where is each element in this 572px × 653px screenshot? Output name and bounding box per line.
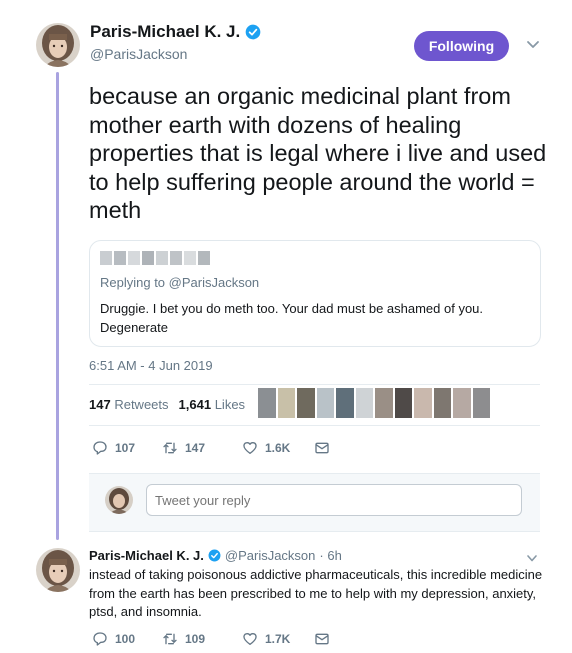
thread-line [56,72,59,540]
reply-tweet-text: instead of taking poisonous addictive ph… [89,567,543,619]
retweet-count: 147 [185,441,206,455]
retweets-count: 147 [89,397,111,412]
like-count: 1.7K [265,632,291,646]
reply-author-name[interactable]: Paris-Michael K. J. [89,548,204,563]
message-action[interactable] [314,440,330,456]
reply-time[interactable]: · 6h [319,548,341,563]
following-button[interactable]: Following [414,31,509,61]
likes-count: 1,641 [178,397,212,412]
retweet-action[interactable]: 147 [162,440,242,456]
reply-icon [93,441,107,455]
tweet-actions: 107 147 1.6K [92,440,330,456]
envelope-icon [315,442,329,454]
divider [89,425,540,426]
reply-action[interactable]: 100 [92,631,162,647]
retweet-icon [163,633,177,645]
retweet-count: 109 [185,632,206,646]
heart-icon [243,442,257,454]
reply-tweet-actions: 100 109 1.7K [92,631,330,647]
like-action[interactable]: 1.6K [242,440,314,456]
reply-author-handle[interactable]: @ParisJackson [225,548,316,563]
author-avatar[interactable] [36,23,80,67]
reply-icon [93,632,107,646]
blurred-author-name [100,251,210,265]
reply-author-avatar[interactable] [36,548,80,592]
likes-stat[interactable]: 1,641 Likes [179,397,246,412]
retweet-icon [163,442,177,454]
envelope-icon [315,633,329,645]
reply-count: 100 [115,632,136,646]
tweet-timestamp[interactable]: 6:51 AM - 4 Jun 2019 [89,358,213,373]
reply-count: 107 [115,441,136,455]
tweet-stats: 147 Retweets 1,641 Likes [89,397,245,412]
message-action[interactable] [314,631,330,647]
chevron-down-icon[interactable] [524,38,542,52]
retweets-stat[interactable]: 147 Retweets [89,397,169,412]
chevron-down-icon[interactable] [525,553,539,565]
author-handle[interactable]: @ParisJackson [90,46,187,62]
reply-action[interactable]: 107 [92,440,162,456]
quoted-tweet-text: Druggie. I bet you do meth too. Your dad… [100,301,484,335]
retweet-action[interactable]: 109 [162,631,242,647]
liker-avatars[interactable] [258,388,490,418]
divider [89,384,540,385]
tweet-text: because an organic medicinal plant from … [89,83,547,223]
heart-icon [243,633,257,645]
like-count: 1.6K [265,441,291,455]
retweets-label: Retweets [114,397,169,412]
reply-input[interactable] [146,484,522,516]
verified-badge-icon [208,549,221,562]
author-name[interactable]: Paris-Michael K. J. [90,22,261,42]
author-name-text[interactable]: Paris-Michael K. J. [90,22,240,42]
quoted-tweet[interactable]: Replying to @ParisJackson Druggie. I bet… [89,240,541,347]
user-avatar [105,486,133,514]
like-action[interactable]: 1.7K [242,631,314,647]
likes-label: Likes [214,397,246,412]
reply-header: Paris-Michael K. J. @ParisJackson · 6h [89,548,342,563]
replying-to-label: Replying to @ParisJackson [100,275,260,290]
verified-badge-icon [245,24,261,40]
